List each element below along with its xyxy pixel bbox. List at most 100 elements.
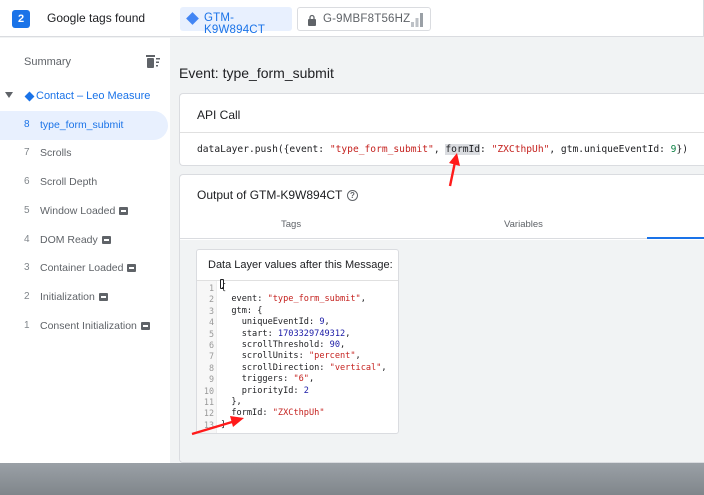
- event-label: type_form_submit: [40, 119, 124, 131]
- event-number: 5: [24, 205, 30, 216]
- code-line: uniqueEventId: 9,: [221, 317, 330, 327]
- code-icon: [140, 322, 150, 330]
- line-number: 11: [203, 397, 214, 407]
- caret-down-icon[interactable]: [5, 92, 13, 98]
- code-line: priorityId: 2: [221, 386, 309, 396]
- tag-diamond-icon: [24, 91, 35, 102]
- sidebar-event-5[interactable]: 5 Window Loaded: [0, 197, 168, 226]
- signal-bars-icon: [411, 13, 423, 27]
- code-token: ,: [324, 317, 330, 328]
- code-token: event:: [221, 294, 268, 305]
- code-token: ,: [340, 340, 346, 350]
- code-line: scrollUnits: "percent",: [221, 351, 361, 361]
- code-token: scrollUnits:: [221, 351, 309, 362]
- sidebar-event-8[interactable]: 8 type_form_submit: [0, 111, 168, 140]
- datalayer-box: Data Layer values after this Message: 12…: [196, 249, 399, 434]
- sidebar: Summary Contact – Leo Measure 8 type_for…: [0, 38, 170, 463]
- code-token: priorityId:: [221, 385, 304, 396]
- line-number: 2: [208, 294, 214, 305]
- event-label: Scrolls: [40, 147, 72, 159]
- line-number: 6: [208, 340, 214, 350]
- code-line: start: 1703329749312,: [221, 328, 351, 339]
- sidebar-event-4[interactable]: 4 DOM Ready: [0, 226, 168, 255]
- line-number-gutter: 1 2 3 4 5 6 7 8 9 10 11 12 13: [197, 281, 217, 433]
- code-line: event: "type_form_submit",: [221, 294, 366, 304]
- code-token: "ZXCthpUh": [491, 144, 550, 155]
- event-label: Scroll Depth: [40, 176, 98, 188]
- line-number: 10: [203, 385, 214, 396]
- code-token: ,: [308, 374, 315, 385]
- tag-diamond-icon: [186, 12, 199, 25]
- code-token: triggers:: [221, 374, 294, 385]
- code-token: "vertical": [329, 362, 382, 373]
- code-token: start:: [221, 328, 278, 339]
- code-line: triggers: "6",: [221, 374, 314, 384]
- text-cursor-icon: [220, 279, 224, 289]
- code-icon: [127, 264, 137, 272]
- code-token: "6": [293, 374, 309, 385]
- output-header: Output of GTM-K9W894CT: [197, 188, 343, 202]
- line-number: 9: [208, 374, 214, 385]
- code-token: ,: [360, 294, 366, 305]
- code-line: },: [221, 397, 241, 407]
- sidebar-summary[interactable]: Summary: [24, 56, 71, 68]
- sidebar-event-2[interactable]: 2 Initialization: [0, 283, 168, 312]
- code-token: ,: [355, 351, 361, 362]
- lock-icon: [308, 14, 316, 26]
- code-token: scrollDirection:: [221, 362, 330, 373]
- code-line: scrollThreshold: 90,: [221, 340, 346, 350]
- event-label: Container Loaded: [40, 262, 124, 274]
- code-icon: [119, 207, 129, 215]
- code-token: 2: [303, 385, 309, 396]
- tab-ga-label: G-9MBF8T56HZ: [323, 13, 411, 25]
- line-number: 8: [208, 362, 214, 373]
- event-number: 8: [24, 119, 30, 130]
- event-label: Initialization: [40, 291, 95, 303]
- divider: [180, 132, 704, 133]
- red-arrow-annotation: [191, 416, 244, 436]
- code-token: :: [480, 144, 492, 155]
- event-label: Consent Initialization: [40, 320, 137, 332]
- code-token: scrollThreshold:: [221, 340, 330, 350]
- active-tab-indicator: [647, 237, 704, 239]
- event-number: 1: [24, 320, 30, 331]
- code-token: "ZXCthpUh": [272, 408, 325, 419]
- code-token: uniqueEventId:: [221, 317, 320, 328]
- sidebar-event-3[interactable]: 3 Container Loaded: [0, 254, 168, 283]
- code-token: ,: [381, 362, 387, 373]
- sidebar-container-row[interactable]: Contact – Leo Measure: [0, 88, 170, 106]
- tab-gtm-container[interactable]: GTM-K9W894CT: [180, 7, 292, 36]
- code-token: dataLayer.push({event:: [197, 144, 330, 155]
- event-number: 4: [24, 234, 30, 245]
- datalayer-code[interactable]: 1 2 3 4 5 6 7 8 9 10 11 12 13 { event: "type_form_su…: [197, 280, 398, 433]
- code-token: gtm: {: [221, 305, 263, 316]
- code-token: ,: [345, 328, 351, 339]
- tag-count-badge: 2: [12, 10, 30, 28]
- tab-ga-container[interactable]: G-9MBF8T56HZ: [297, 7, 431, 31]
- line-number: 4: [208, 317, 214, 328]
- output-tabs: Tags Variables: [180, 211, 704, 239]
- trash-sweep-icon[interactable]: [146, 55, 160, 68]
- api-call-header: API Call: [197, 108, 241, 122]
- sidebar-event-1[interactable]: 1 Consent Initialization: [0, 312, 168, 341]
- tab-tags[interactable]: Tags: [281, 219, 301, 230]
- help-circle-icon[interactable]: ?: [347, 190, 358, 201]
- code-token: "type_form_submit": [267, 294, 361, 305]
- page-title: Event: type_form_submit: [179, 65, 334, 81]
- sidebar-event-6[interactable]: 6 Scroll Depth: [0, 168, 168, 197]
- code-line: gtm: {: [221, 306, 262, 316]
- bottom-strip: [0, 463, 704, 495]
- datalayer-header: Data Layer values after this Message:: [208, 259, 393, 271]
- code-icon: [98, 293, 108, 301]
- tags-found-label: Google tags found: [47, 11, 146, 25]
- code-icon: [101, 236, 111, 244]
- top-bar: 2 Google tags found GTM-K9W894CT G-9MBF8…: [0, 0, 704, 37]
- sidebar-event-7[interactable]: 7 Scrolls: [0, 139, 168, 168]
- event-number: 7: [24, 147, 30, 158]
- event-number: 2: [24, 291, 30, 302]
- code-token: "type_form_submit": [329, 144, 434, 155]
- event-number: 3: [24, 262, 30, 273]
- event-label: Window Loaded: [40, 205, 116, 217]
- tab-variables[interactable]: Variables: [504, 219, 543, 230]
- line-number: 5: [208, 328, 214, 339]
